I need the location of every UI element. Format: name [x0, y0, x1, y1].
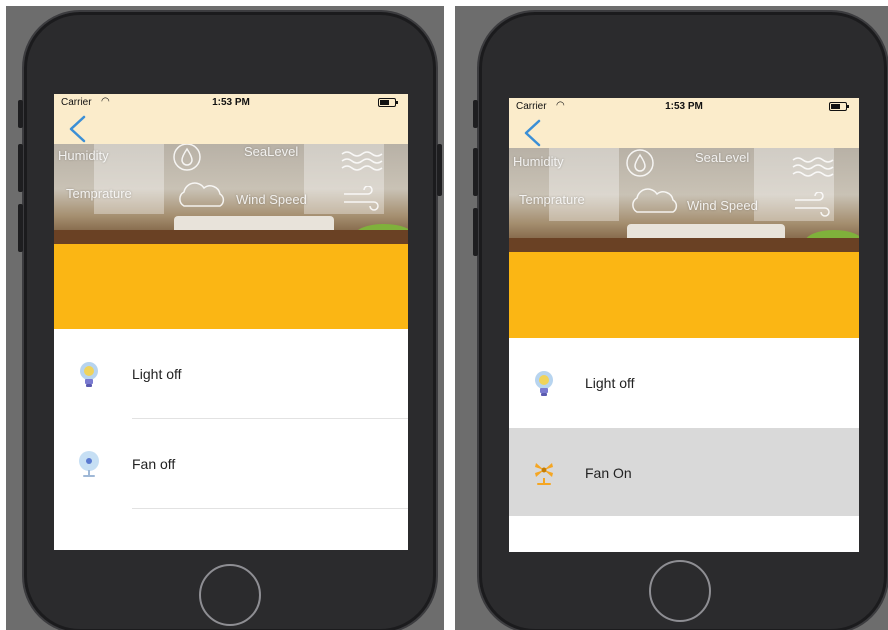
mute-switch: [18, 100, 23, 128]
back-button[interactable]: [66, 115, 92, 143]
phone-frame: Carrier ◠ 1:53 PM Humidity SeaLevel Temp…: [18, 10, 442, 630]
lightbulb-icon: [535, 371, 553, 396]
status-bar: Carrier ◠ 1:53 PM: [54, 94, 408, 112]
status-time: 1:53 PM: [665, 101, 703, 112]
weather-hero-image: Humidity SeaLevel Temprature Wind Speed: [54, 144, 408, 244]
device-row-fan-selected[interactable]: Fan On: [509, 428, 859, 516]
status-time: 1:53 PM: [212, 97, 250, 108]
nav-bar: [54, 112, 408, 144]
device-row-fan[interactable]: Fan off: [54, 419, 408, 509]
wind-icon: [344, 186, 379, 211]
lightbulb-icon: [80, 362, 98, 387]
humidity-drop-icon: [173, 144, 201, 171]
temperature-label: Temprature: [66, 186, 132, 201]
humidity-label: Humidity: [58, 148, 109, 163]
back-chevron-icon: [69, 115, 86, 143]
volume-up-button: [18, 144, 23, 192]
humidity-drop-icon: [626, 149, 654, 177]
row-divider: [132, 508, 408, 509]
left-phone-panel: Carrier ◠ 1:53 PM Humidity SeaLevel Temp…: [6, 6, 444, 630]
app-screen: Carrier ◠ 1:53 PM Humidity SeaLevel Temp…: [54, 94, 408, 550]
nav-bar: [509, 116, 859, 148]
wind-speed-label: Wind Speed: [687, 198, 758, 213]
battery-icon: [378, 98, 398, 107]
device-label-fan: Fan off: [132, 456, 176, 472]
yellow-banner: [54, 244, 408, 329]
sea-level-label: SeaLevel: [244, 144, 299, 159]
home-button[interactable]: [649, 560, 711, 622]
cloud-icon: [179, 182, 225, 207]
device-label-fan: Fan On: [585, 465, 632, 481]
volume-up-button: [473, 148, 478, 196]
mute-switch: [473, 100, 478, 128]
phone-frame: Carrier ◠ 1:53 PM Humidity SeaLevel Temp…: [473, 10, 888, 630]
power-button: [437, 144, 442, 196]
volume-down-button: [18, 204, 23, 252]
humidity-label: Humidity: [513, 154, 564, 169]
app-screen: Carrier ◠ 1:53 PM Humidity SeaLevel Temp…: [509, 98, 859, 552]
cloud-icon: [632, 188, 678, 213]
right-phone-panel: Carrier ◠ 1:53 PM Humidity SeaLevel Temp…: [455, 6, 888, 630]
status-bar: Carrier ◠ 1:53 PM: [509, 98, 859, 116]
floor-shape: [509, 238, 859, 252]
wind-speed-label: Wind Speed: [236, 192, 307, 207]
back-chevron-icon: [524, 119, 541, 147]
back-button[interactable]: [521, 119, 547, 147]
device-row-light[interactable]: Light off: [509, 338, 859, 428]
sea-level-waves-icon: [341, 151, 383, 171]
fan-on-icon: [535, 463, 553, 485]
yellow-banner: [509, 252, 859, 338]
device-row-light[interactable]: Light off: [54, 329, 408, 419]
battery-icon: [829, 102, 849, 111]
wind-icon: [795, 192, 830, 217]
sea-level-label: SeaLevel: [695, 150, 750, 165]
fan-icon: [79, 451, 99, 477]
device-label-light: Light off: [132, 366, 182, 382]
volume-down-button: [473, 208, 478, 256]
floor-shape: [54, 230, 408, 244]
temperature-label: Temprature: [519, 192, 585, 207]
device-label-light: Light off: [585, 375, 635, 391]
home-button[interactable]: [199, 564, 261, 626]
sea-level-waves-icon: [792, 157, 834, 177]
weather-hero-image: Humidity SeaLevel Temprature Wind Speed: [509, 148, 859, 252]
